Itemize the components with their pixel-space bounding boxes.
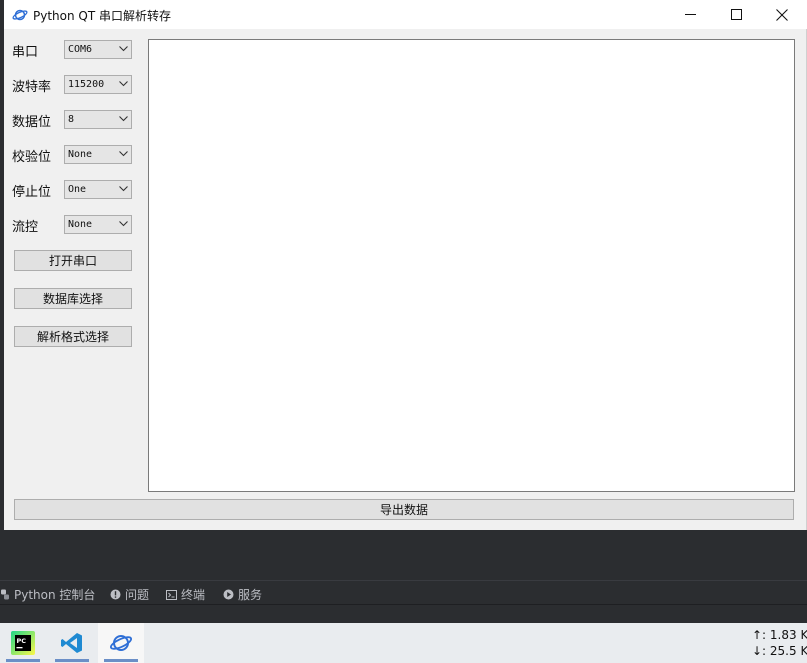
running-indicator (104, 659, 138, 662)
planet-icon (12, 9, 28, 21)
taskbar-python-qt[interactable] (98, 623, 144, 663)
main-window: Python QT 串口解析转存 串口 COM6 波特率 115200 数据位 … (4, 0, 807, 530)
baud-rate-select[interactable]: 115200 (64, 75, 132, 94)
port-select[interactable]: COM6 (64, 40, 132, 59)
network-download-speed: ↓: 25.5 KB (752, 644, 807, 658)
stop-bits-select[interactable]: One (64, 180, 132, 199)
play-icon (223, 589, 234, 600)
services-label: 服务 (238, 588, 263, 602)
info-icon (110, 589, 121, 600)
chevron-down-icon (119, 116, 128, 122)
ide-tool-window-bar: Python 控制台 问题 终端 服务 (0, 580, 807, 604)
problems-tab[interactable]: 问题 (110, 586, 149, 603)
parse-format-select-button[interactable]: 解析格式选择 (14, 326, 132, 347)
database-select-button[interactable]: 数据库选择 (14, 288, 132, 309)
terminal-icon (166, 589, 177, 600)
python-console-label: Python 控制台 (14, 588, 96, 602)
vscode-icon (61, 633, 82, 653)
planet-icon (110, 635, 132, 651)
parity-select[interactable]: None (64, 145, 132, 164)
data-bits-label: 数据位 (12, 115, 52, 130)
chevron-down-icon (119, 81, 128, 87)
minimize-button[interactable] (667, 0, 713, 29)
services-tab[interactable]: 服务 (223, 586, 262, 603)
export-data-button[interactable]: 导出数据 (14, 499, 794, 520)
close-button[interactable] (759, 0, 805, 29)
chevron-down-icon (119, 46, 128, 52)
chevron-down-icon (119, 186, 128, 192)
parity-label: 校验位 (12, 150, 52, 165)
window-title: Python QT 串口解析转存 (33, 9, 172, 23)
parity-value: None (68, 149, 93, 160)
network-upload-speed: ↑: 1.83 KB (752, 628, 807, 642)
maximize-icon (730, 9, 742, 20)
python-icon (1, 589, 9, 600)
open-port-button[interactable]: 打开串口 (14, 250, 132, 271)
terminal-label: 终端 (181, 588, 206, 602)
data-bits-select[interactable]: 8 (64, 110, 132, 129)
pycharm-icon: PC (11, 631, 35, 655)
taskbar-pycharm[interactable]: PC (0, 623, 46, 663)
taskbar: PC ↑: 1.83 KB ↓: 25.5 KB (0, 623, 807, 663)
data-display-textarea[interactable] (148, 39, 795, 492)
svg-text:PC: PC (17, 637, 27, 645)
title-bar[interactable]: Python QT 串口解析转存 (4, 0, 807, 29)
stop-bits-value: One (68, 184, 87, 195)
baud-rate-label: 波特率 (12, 80, 52, 95)
flow-control-select[interactable]: None (64, 215, 132, 234)
terminal-tab[interactable]: 终端 (166, 586, 205, 603)
stop-bits-label: 停止位 (12, 185, 52, 200)
port-label: 串口 (12, 45, 39, 60)
maximize-button[interactable] (713, 0, 759, 29)
taskbar-vscode[interactable] (49, 623, 95, 663)
baud-rate-value: 115200 (68, 79, 105, 90)
flow-control-label: 流控 (12, 220, 39, 235)
port-value: COM6 (68, 44, 93, 55)
close-icon (776, 8, 788, 21)
ide-status-strip (0, 604, 807, 623)
chevron-down-icon (119, 221, 128, 227)
python-console-tab[interactable]: Python 控制台 (0, 586, 95, 603)
flow-control-value: None (68, 219, 93, 230)
chevron-down-icon (119, 151, 128, 157)
problems-label: 问题 (125, 588, 150, 602)
minimize-icon (684, 14, 696, 15)
running-indicator (6, 659, 40, 662)
running-indicator (55, 659, 89, 662)
data-bits-value: 8 (68, 114, 75, 125)
